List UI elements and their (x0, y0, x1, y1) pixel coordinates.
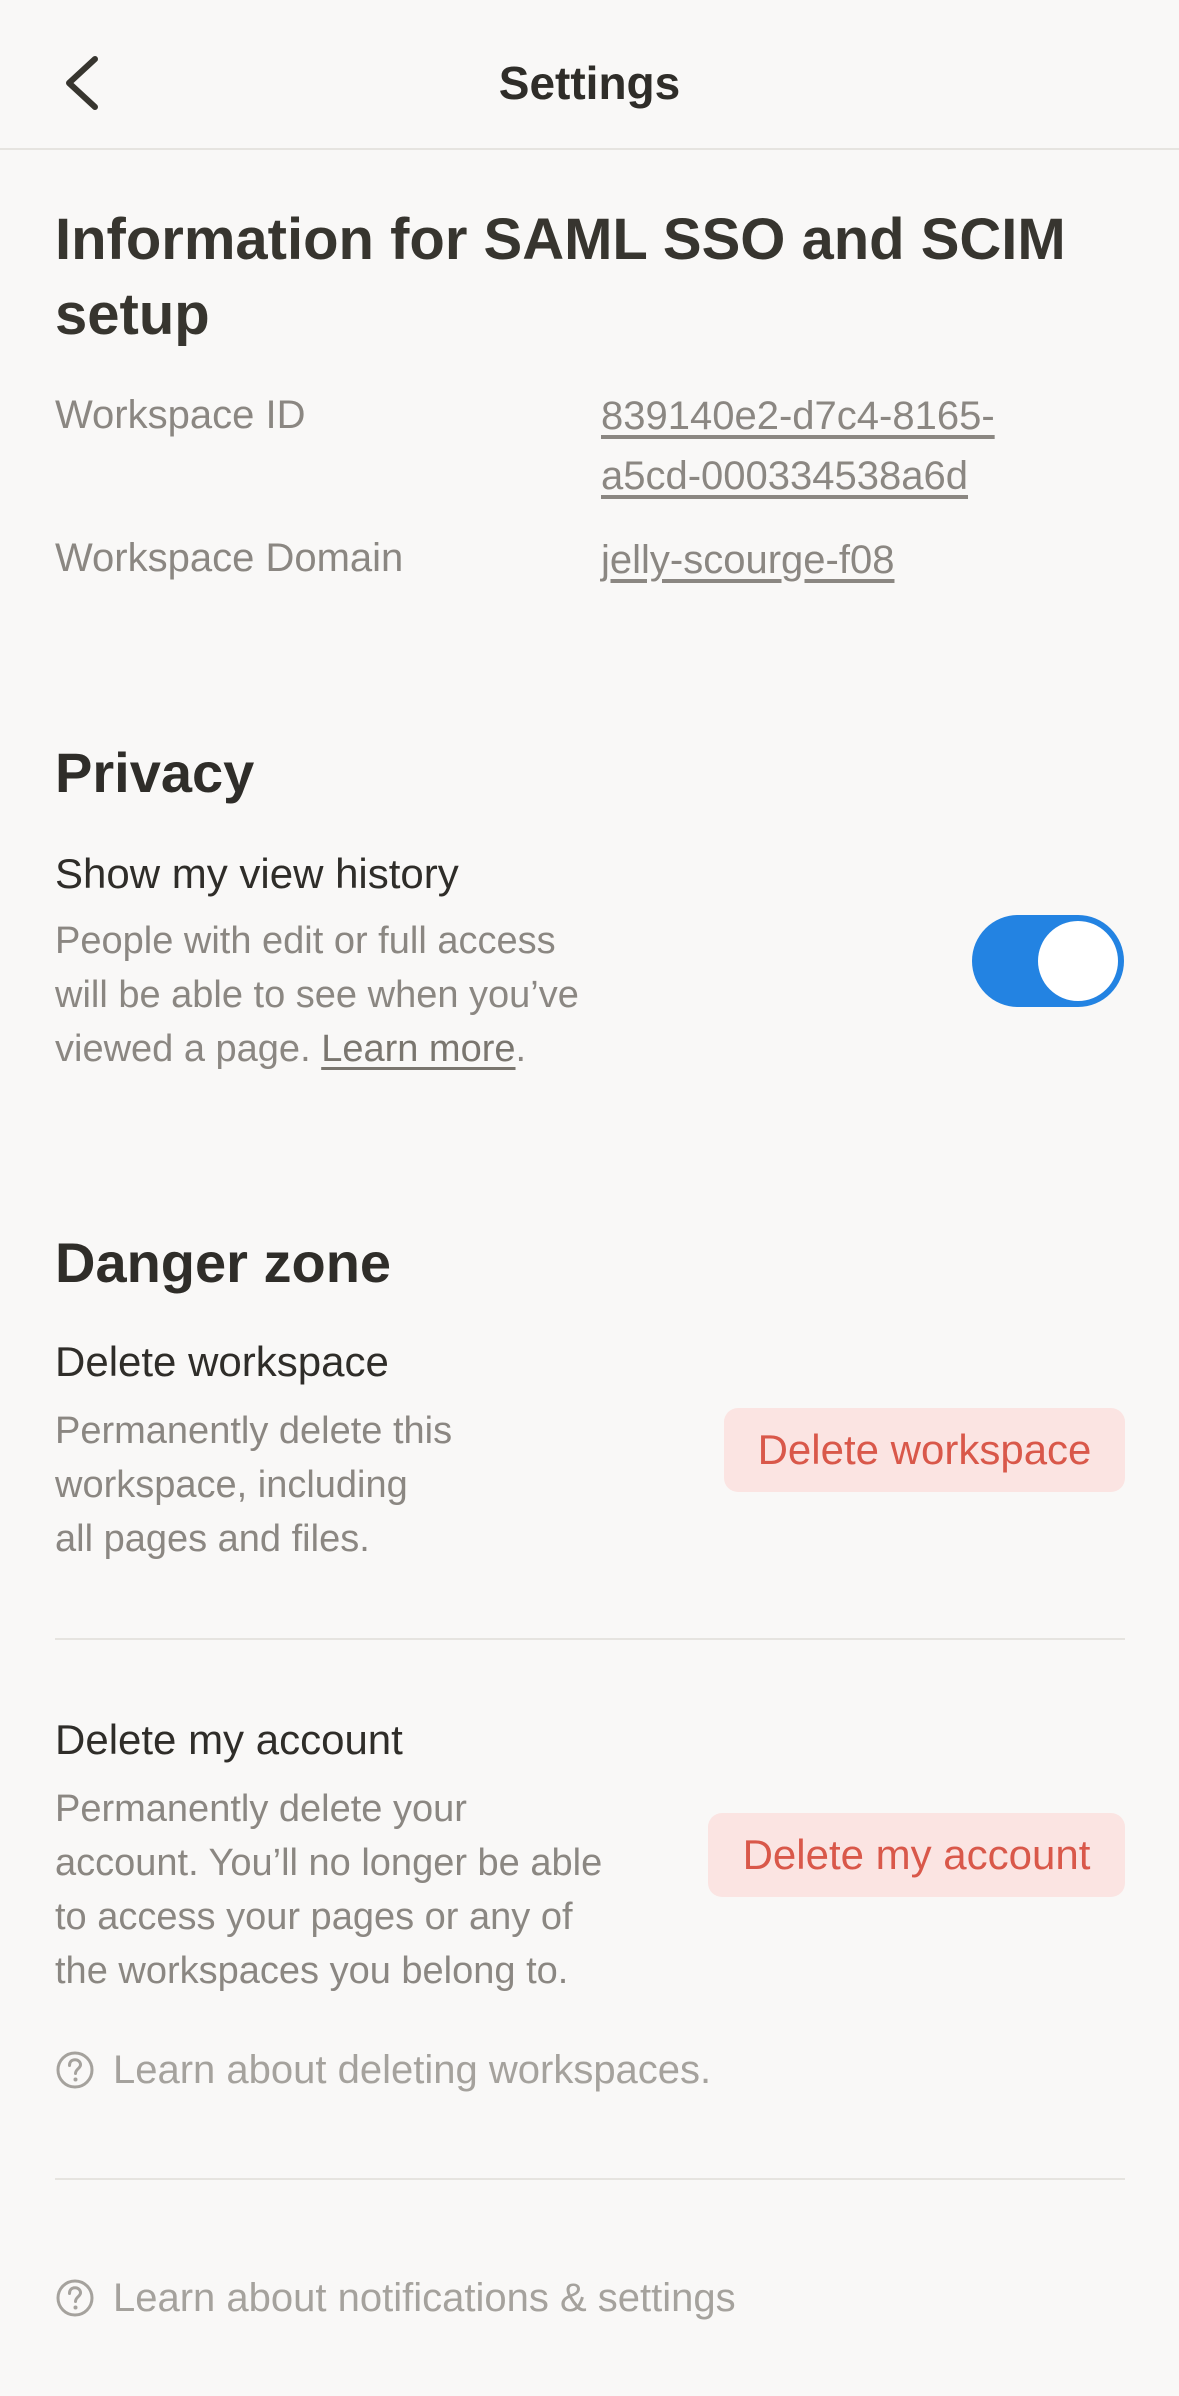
delete-account-button[interactable]: Delete my account (708, 1813, 1125, 1897)
help-notifications-link[interactable]: Learn about notifications & settings (55, 2268, 736, 2328)
view-history-title: Show my view history (55, 850, 459, 897)
delete-account-title: Delete my account (55, 1716, 403, 1763)
delete-workspace-description: Permanently delete this workspace, inclu… (55, 1404, 452, 1566)
view-history-desc-line3-prefix: viewed a page. (55, 1028, 322, 1070)
privacy-heading: Privacy (55, 741, 255, 804)
workspace-id-value[interactable]: 839140e2-d7c4-8165- a5cd-000334538a6d (601, 386, 995, 506)
delete-account-desc-line3: to access your pages or any of (55, 1896, 573, 1938)
delete-workspace-button[interactable]: Delete workspace (724, 1408, 1125, 1492)
delete-workspace-desc-line2: workspace, including (55, 1464, 408, 1506)
delete-account-desc-line2: account. You’ll no longer be able (55, 1842, 603, 1884)
top-nav-bar: Settings (0, 0, 1179, 150)
divider (55, 1638, 1125, 1640)
view-history-desc-line1: People with edit or full access (55, 920, 556, 962)
delete-account-desc-line4: the workspaces you belong to. (55, 1950, 569, 1992)
question-circle-icon (56, 2051, 94, 2089)
divider (55, 2178, 1125, 2180)
danger-zone-heading: Danger zone (55, 1231, 392, 1294)
delete-workspace-title: Delete workspace (55, 1338, 389, 1385)
saml-heading: Information for SAML SSO and SCIM setup (55, 202, 1135, 352)
question-circle-icon (56, 2279, 94, 2317)
view-history-desc-line3: viewed a page. Learn more. (55, 1022, 579, 1076)
view-history-description: People with edit or full access will be … (55, 914, 579, 1076)
page-title: Settings (498, 57, 681, 109)
workspace-id-label: Workspace ID (55, 393, 306, 437)
help-notifications-text: Learn about notifications & settings (113, 2275, 736, 2320)
delete-workspace-desc-line3: all pages and files. (55, 1518, 370, 1560)
toggle-knob (1038, 921, 1118, 1001)
workspace-id-line2: a5cd-000334538a6d (601, 454, 969, 498)
workspace-id-line1: 839140e2-d7c4-8165- (601, 394, 995, 438)
delete-account-description: Permanently delete your account. You’ll … (55, 1782, 602, 1998)
view-history-toggle[interactable] (972, 915, 1124, 1007)
delete-account-desc-line1: Permanently delete your (55, 1788, 467, 1830)
help-deleting-link[interactable]: Learn about deleting workspaces. (55, 2040, 711, 2100)
view-history-desc-line2: will be able to see when you’ve (55, 974, 579, 1016)
help-deleting-text: Learn about deleting workspaces. (113, 2047, 712, 2092)
workspace-domain-value[interactable]: jelly-scourge-f08 (601, 530, 894, 590)
workspace-domain-label: Workspace Domain (55, 536, 404, 580)
saml-heading-text: Information for SAML SSO and SCIM setup (55, 207, 1066, 347)
delete-workspace-desc-line1: Permanently delete this (55, 1410, 453, 1452)
period: . (515, 1028, 527, 1070)
learn-more-link[interactable]: Learn more (321, 1028, 515, 1070)
